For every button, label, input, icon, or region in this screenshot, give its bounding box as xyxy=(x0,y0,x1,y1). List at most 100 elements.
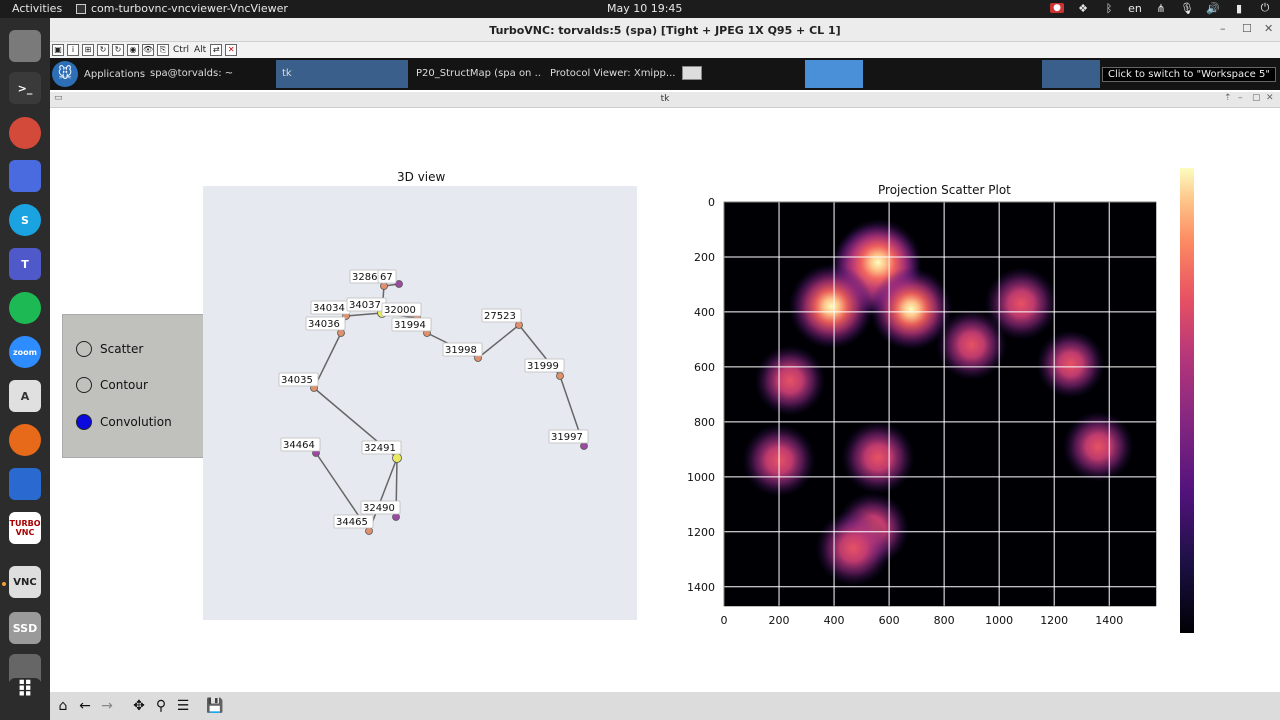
view-only-icon[interactable]: 👁 xyxy=(142,44,154,56)
microphone-icon[interactable]: 🎙 xyxy=(1180,2,1194,15)
window-menu-icon[interactable]: ▭ xyxy=(54,93,63,103)
view3d-node[interactable] xyxy=(556,372,564,380)
bluetooth-icon[interactable]: ᛒ xyxy=(1102,2,1116,15)
view3d-canvas[interactable]: 328666734034 34037 3200034036 3199427523319… xyxy=(203,186,637,620)
radio-convolution[interactable]: Convolution xyxy=(76,414,172,430)
ctrl-toggle[interactable]: Ctrl xyxy=(172,45,190,55)
home-icon[interactable]: ⌂ xyxy=(54,697,72,715)
workspace-5[interactable] xyxy=(1042,60,1100,88)
software-center-icon[interactable]: A xyxy=(9,380,41,412)
dropbox-icon[interactable]: ❖ xyxy=(1076,2,1090,15)
view3d-node[interactable] xyxy=(392,513,400,521)
radio-indicator[interactable] xyxy=(76,341,92,357)
task-tk[interactable]: tk xyxy=(276,60,408,88)
view3d-node[interactable] xyxy=(515,321,523,329)
chrome-icon[interactable] xyxy=(9,117,41,149)
forward-arrow-icon[interactable]: → xyxy=(98,697,116,715)
fullscreen-icon[interactable]: ⊞ xyxy=(82,44,94,56)
tk-minimize-icon[interactable]: – xyxy=(1238,93,1243,103)
close-icon[interactable]: ✕ xyxy=(1264,22,1273,35)
save-icon[interactable]: 💾 xyxy=(206,697,224,715)
minimize-icon[interactable]: – xyxy=(1220,22,1226,35)
activities-button[interactable]: Activities xyxy=(12,2,62,15)
zoom-icon[interactable]: zoom xyxy=(9,336,41,368)
view3d-node[interactable] xyxy=(580,442,588,450)
view3d-node-label: 34034 xyxy=(313,303,345,314)
x-tick-label: 200 xyxy=(769,614,790,627)
workspace-switcher-active[interactable] xyxy=(805,60,863,88)
heatmap-blob xyxy=(936,309,1007,381)
y-tick-label: 200 xyxy=(694,251,715,264)
ssd-icon[interactable]: SSD xyxy=(9,612,41,644)
focused-app-menu[interactable]: com-turbovnc-vncviewer-VncViewer xyxy=(76,2,288,15)
screenshot-icon[interactable] xyxy=(9,160,41,192)
view3d-node-label: 34465 xyxy=(336,517,368,528)
skype-icon[interactable]: S xyxy=(9,204,41,236)
zoom-icon[interactable]: ⚲ xyxy=(152,697,170,715)
window-icon[interactable] xyxy=(682,66,702,80)
radio-scatter[interactable]: Scatter xyxy=(76,341,143,357)
alt-toggle[interactable]: Alt xyxy=(193,45,207,55)
projection-heatmap[interactable]: 0 200 400 600 800 1000 1200 1400 0 200 400 600 800 10… xyxy=(680,194,1220,634)
radio-contour[interactable]: Contour xyxy=(76,377,148,393)
y-tick-label: 600 xyxy=(694,361,715,374)
x-tick-label: 800 xyxy=(934,614,955,627)
screenshot-icon[interactable]: ◉ xyxy=(127,44,139,56)
input-language[interactable]: en xyxy=(1128,2,1142,15)
files-icon[interactable] xyxy=(9,30,41,62)
y-tick-label: 0 xyxy=(708,196,715,209)
teams-icon[interactable]: T xyxy=(9,248,41,280)
vncviewer-icon[interactable]: VNC xyxy=(9,566,41,598)
x-tick-label: 1000 xyxy=(985,614,1013,627)
transfer-icon[interactable]: ⇄ xyxy=(210,44,223,56)
task-structmap[interactable]: P20_StructMap (spa on ... xyxy=(410,60,542,88)
terminal-icon[interactable]: >_ xyxy=(9,72,41,104)
radio-indicator[interactable] xyxy=(76,377,92,393)
view3d-node[interactable] xyxy=(337,329,345,337)
tk-close-icon[interactable]: ✕ xyxy=(1266,93,1274,103)
configure-subplots-icon[interactable]: ☰ xyxy=(174,697,192,715)
maximize-icon[interactable]: ☐ xyxy=(1242,22,1252,35)
view3d-node[interactable] xyxy=(380,282,388,290)
vnc-window-title: TurboVNC: torvalds:5 (spa) [Tight + JPEG… xyxy=(489,24,841,37)
task-protocol-viewer[interactable]: Protocol Viewer: Xmipp... xyxy=(544,60,678,88)
screen-recording-icon[interactable]: ● xyxy=(1050,3,1064,13)
tk-window-titlebar[interactable]: tk ▭ ⇡ – ▢ ✕ xyxy=(50,92,1280,108)
spotify-icon[interactable] xyxy=(9,292,41,324)
info-icon[interactable]: i xyxy=(67,44,79,56)
view3d-node[interactable] xyxy=(392,453,402,463)
applications-menu[interactable]: 🐭 Applications xyxy=(52,60,145,88)
radio-indicator[interactable] xyxy=(76,414,92,430)
view3d-node-label: 31997 xyxy=(551,432,583,443)
heatmap-blob xyxy=(841,421,915,494)
battery-icon[interactable]: ▮ xyxy=(1232,2,1246,15)
pan-icon[interactable]: ✥ xyxy=(130,697,148,715)
system-tray: ● ❖ ᛒ en ⋔ 🎙 🔊 ▮ ⏻ xyxy=(1050,1,1272,15)
request-refresh-icon[interactable]: ↻ xyxy=(112,44,124,56)
tk-maximize-icon[interactable]: ▢ xyxy=(1252,93,1261,103)
view3d-node[interactable] xyxy=(395,280,403,288)
view3d-node-label: 32490 xyxy=(363,503,395,514)
options-icon[interactable]: ▣ xyxy=(52,44,64,56)
clock[interactable]: May 10 19:45 xyxy=(607,2,682,15)
clipboard-icon[interactable]: ⎘ xyxy=(157,44,169,56)
view3d-node[interactable] xyxy=(365,527,373,535)
view3d-node-label: 32000 xyxy=(384,305,416,316)
app-grid-icon[interactable]: ⠿ xyxy=(9,678,41,703)
turbovnc-window: TurboVNC: torvalds:5 (spa) [Tight + JPEG… xyxy=(50,18,1280,720)
vnc-titlebar[interactable]: TurboVNC: torvalds:5 (spa) [Tight + JPEG… xyxy=(50,18,1280,42)
volume-icon[interactable]: 🔊 xyxy=(1206,2,1220,15)
network-icon[interactable]: ⋔ xyxy=(1154,2,1168,15)
writer-icon[interactable] xyxy=(9,468,41,500)
turbovnc-icon[interactable]: TURBO VNC xyxy=(9,512,41,544)
firefox-icon[interactable] xyxy=(9,424,41,456)
back-arrow-icon[interactable]: ← xyxy=(76,697,94,715)
disconnect-icon[interactable]: ✕ xyxy=(225,44,238,56)
shade-icon[interactable]: ⇡ xyxy=(1224,93,1232,103)
view3d-node-label: 34036 xyxy=(308,319,340,330)
refresh-icon[interactable]: ↻ xyxy=(97,44,109,56)
colorbar xyxy=(1180,168,1194,633)
heatmap-blob xyxy=(754,345,826,416)
power-menu-icon[interactable]: ⏻ xyxy=(1258,1,1272,15)
task-terminal[interactable]: spa@torvalds: ~ xyxy=(144,60,274,88)
